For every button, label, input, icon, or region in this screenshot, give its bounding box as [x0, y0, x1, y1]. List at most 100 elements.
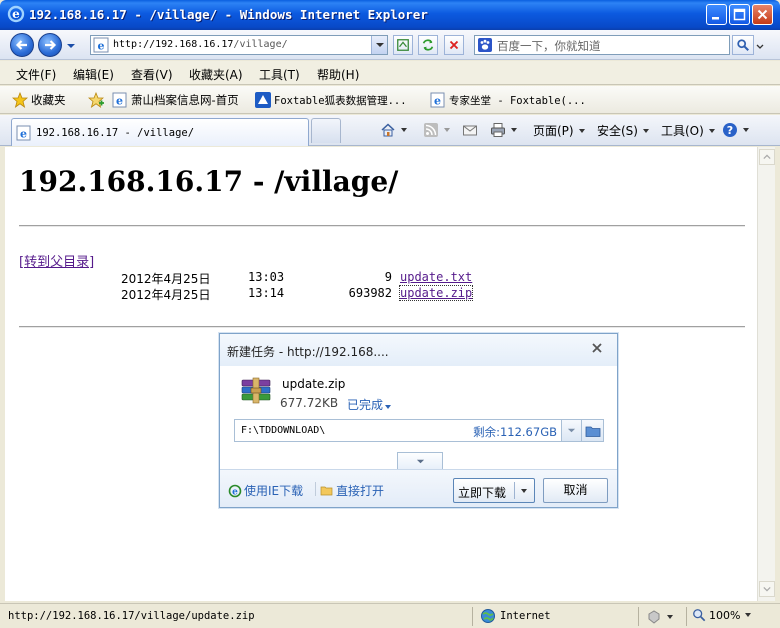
compatibility-view-icon: [397, 39, 409, 51]
tab-bar: e 192.168.16.17 - /village/ 页面(P) 安全(S) …: [0, 115, 780, 146]
feeds-dropdown-icon[interactable]: [444, 128, 450, 132]
stop-button[interactable]: [444, 35, 464, 55]
download-dialog: 新建任务 - http://192.168.... update.zip 677…: [219, 333, 618, 508]
tab-label: 192.168.16.17 - /village/: [36, 127, 195, 139]
address-toolbar: e http://192.168.16.17/village/ 百度一下，你就知…: [0, 30, 780, 60]
use-ie-download-link[interactable]: e 使用IE下载: [228, 482, 303, 499]
home-dropdown-icon[interactable]: [401, 128, 407, 132]
chevron-down-icon: [642, 128, 649, 133]
chevron-down-icon: [708, 128, 715, 133]
menu-edit[interactable]: 编辑(E): [73, 66, 114, 83]
home-button[interactable]: [380, 122, 407, 138]
minimize-button[interactable]: [706, 4, 727, 25]
help-dropdown-icon[interactable]: [743, 128, 749, 132]
file-link-update-txt[interactable]: update.txt: [400, 270, 472, 284]
page-menu-button[interactable]: 页面(P): [533, 122, 585, 139]
print-dropdown-icon[interactable]: [511, 128, 517, 132]
vertical-scrollbar[interactable]: [757, 147, 775, 601]
svg-text:e: e: [232, 487, 238, 497]
add-favorite-button[interactable]: [88, 92, 104, 108]
back-button[interactable]: [10, 33, 34, 57]
globe-icon: [481, 609, 495, 623]
search-button[interactable]: [732, 35, 754, 55]
status-divider: [472, 607, 473, 626]
page-menu-label: 页面(P): [533, 124, 574, 138]
search-icon: [737, 39, 749, 51]
save-path-value: F:\TDDOWNLOAD\: [241, 425, 326, 436]
help-button[interactable]: ?: [722, 122, 749, 138]
print-icon: [491, 123, 505, 137]
favorite-link-1[interactable]: e 萧山档案信息网-首页: [112, 92, 239, 108]
scroll-down-button[interactable]: [759, 581, 775, 597]
baidu-paw-icon: [478, 38, 492, 52]
file-time: 13:14: [248, 286, 285, 300]
recent-pages-dropdown-icon[interactable]: [66, 41, 76, 51]
close-window-button[interactable]: [752, 4, 773, 25]
open-directly-label: 直接打开: [336, 484, 385, 498]
favorite-link-3[interactable]: e 专家坐堂 - Foxtable(...: [430, 92, 586, 108]
save-path-dropdown-button[interactable]: [562, 419, 582, 442]
chevron-down-icon: [416, 459, 424, 463]
chevron-down-icon: [667, 615, 673, 619]
browse-folder-button[interactable]: [582, 419, 604, 442]
ie-logo-icon: e: [7, 5, 25, 23]
minimize-icon: [712, 17, 719, 20]
address-dropdown-button[interactable]: [371, 36, 387, 54]
parent-directory-link[interactable]: [转到父目录]: [19, 251, 94, 270]
download-status-dropdown[interactable]: 已完成: [347, 396, 392, 413]
footer-separator: [315, 482, 316, 496]
file-size: 9: [384, 270, 392, 284]
file-size: 693982: [348, 286, 392, 300]
menu-view[interactable]: 查看(V): [131, 66, 173, 83]
title-bar[interactable]: e 192.168.16.17 - /village/ - Windows In…: [0, 0, 780, 30]
compatibility-view-button[interactable]: [393, 35, 413, 55]
zoom-level: 100%: [709, 608, 741, 622]
tools-menu-button[interactable]: 工具(O): [661, 122, 715, 139]
print-button[interactable]: [490, 122, 517, 138]
maximize-button[interactable]: [729, 4, 750, 25]
new-tab-button[interactable]: [311, 118, 341, 143]
favorites-button[interactable]: 收藏夹: [12, 92, 66, 108]
file-link-update-zip[interactable]: update.zip: [398, 285, 474, 301]
download-options-dropdown-icon[interactable]: [521, 489, 527, 493]
favorites-label: 收藏夹: [31, 93, 66, 107]
tab-village[interactable]: e 192.168.16.17 - /village/: [11, 118, 309, 146]
feeds-button[interactable]: [423, 122, 450, 138]
zoom-control[interactable]: 100%: [692, 608, 752, 622]
menu-help[interactable]: 帮助(H): [317, 66, 359, 83]
help-icon: ?: [723, 123, 737, 137]
read-mail-button[interactable]: [462, 122, 478, 138]
safety-menu-label: 安全(S): [597, 124, 638, 138]
download-now-button[interactable]: 立即下载: [453, 478, 535, 503]
search-box[interactable]: 百度一下，你就知道: [474, 35, 730, 55]
svg-text:e: e: [434, 95, 441, 108]
status-divider: [686, 607, 687, 626]
menu-tools[interactable]: 工具(T): [259, 66, 300, 83]
security-zone[interactable]: Internet: [480, 608, 551, 624]
scroll-up-button[interactable]: [759, 149, 775, 165]
ie-page-icon: e: [93, 37, 109, 53]
ie-page-icon: e: [112, 92, 127, 108]
file-date: 2012年4月25日: [121, 288, 211, 302]
open-directly-link[interactable]: 直接打开: [320, 482, 384, 499]
favorite-link-2[interactable]: Foxtable狐表数据管理...: [255, 92, 407, 108]
close-icon[interactable]: [591, 342, 603, 354]
safety-menu-button[interactable]: 安全(S): [597, 122, 649, 139]
search-placeholder: 百度一下，你就知道: [497, 39, 601, 53]
close-icon: [757, 9, 768, 20]
save-path-field[interactable]: F:\TDDOWNLOAD\ 剩余:112.67GB: [234, 419, 562, 442]
rar-archive-icon: [241, 377, 271, 404]
search-options-dropdown-icon[interactable]: [755, 42, 765, 52]
expand-options-button[interactable]: [397, 452, 443, 469]
home-icon: [381, 123, 395, 137]
refresh-button[interactable]: [418, 35, 438, 55]
protected-mode-icon: [648, 610, 660, 624]
protected-mode-button[interactable]: [646, 609, 673, 625]
address-bar[interactable]: e http://192.168.16.17/village/: [90, 35, 388, 55]
dialog-header[interactable]: 新建任务 - http://192.168....: [220, 334, 617, 366]
cancel-button[interactable]: 取消: [543, 478, 608, 503]
forward-arrow-icon: [45, 40, 57, 50]
menu-file[interactable]: 文件(F): [16, 66, 56, 83]
forward-button[interactable]: [38, 33, 62, 57]
menu-favorites[interactable]: 收藏夹(A): [189, 66, 243, 83]
